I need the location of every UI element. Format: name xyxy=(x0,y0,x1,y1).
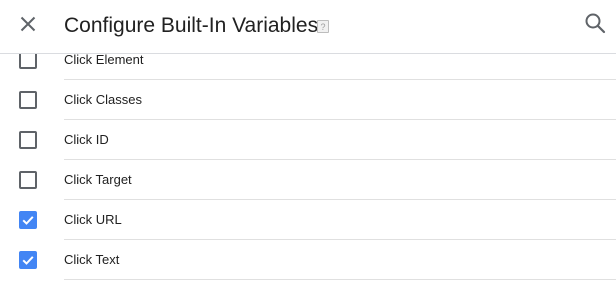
row-divider xyxy=(64,279,616,280)
variable-label: Click ID xyxy=(64,132,109,147)
variable-checkbox[interactable] xyxy=(19,91,37,109)
built-in-variables-list: Click Element Click Classes Click ID Cli… xyxy=(0,40,616,307)
variable-label: Click Element xyxy=(64,52,144,67)
variable-row[interactable]: Click Text xyxy=(0,240,616,280)
variable-checkbox[interactable] xyxy=(19,131,37,149)
dialog-title: Configure Built-In Variables xyxy=(64,14,319,37)
close-icon xyxy=(20,16,36,32)
dialog-header: Configure Built-In Variables ? xyxy=(0,0,616,54)
variable-row[interactable]: Click Target xyxy=(0,160,616,200)
variable-checkbox[interactable] xyxy=(19,211,37,229)
variable-row[interactable]: Click URL xyxy=(0,200,616,240)
help-icon[interactable]: ? xyxy=(317,20,329,33)
checkmark-icon xyxy=(22,256,34,265)
close-button[interactable] xyxy=(16,12,40,36)
variable-label: Click Text xyxy=(64,252,120,267)
search-button[interactable] xyxy=(584,12,606,34)
variable-checkbox[interactable] xyxy=(19,251,37,269)
variable-row[interactable]: Click Classes xyxy=(0,80,616,120)
variable-label: Click URL xyxy=(64,212,122,227)
variable-label: Click Target xyxy=(64,172,132,187)
variable-row[interactable]: Click ID xyxy=(0,120,616,160)
variable-label: Click Classes xyxy=(64,92,143,107)
variable-checkbox[interactable] xyxy=(19,171,37,189)
search-icon xyxy=(585,13,606,34)
checkmark-icon xyxy=(22,216,34,225)
